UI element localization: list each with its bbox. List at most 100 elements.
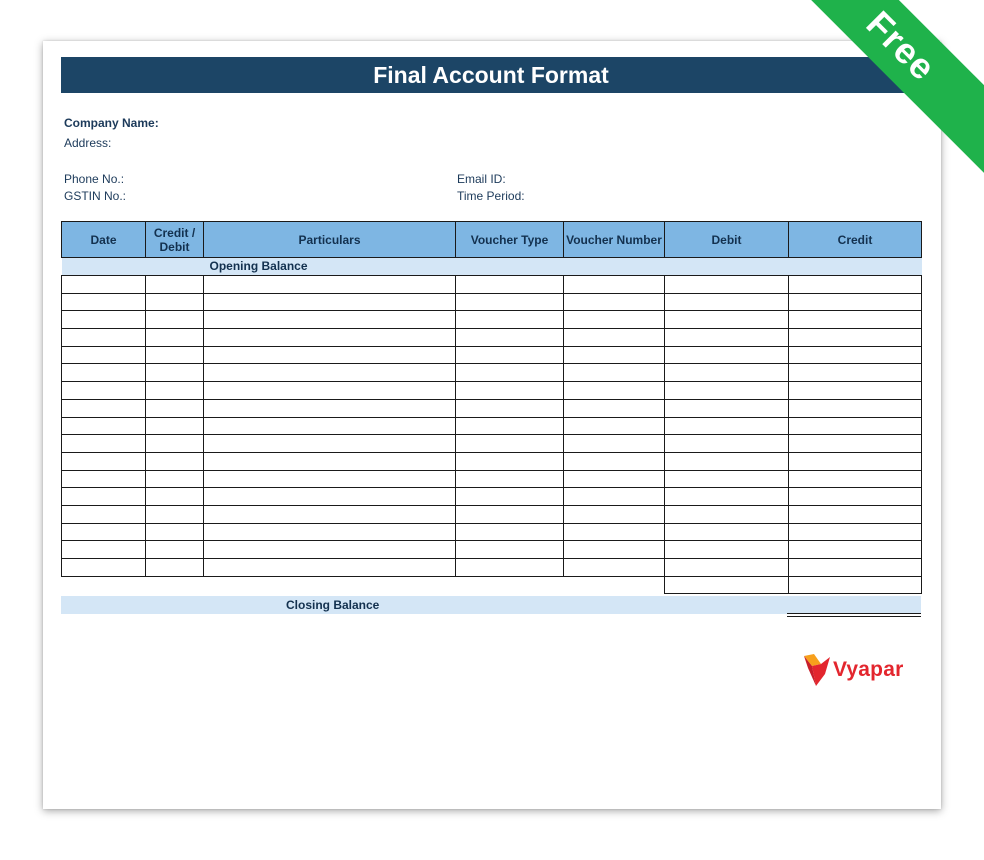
table-cell[interactable] — [563, 292, 665, 312]
table-cell[interactable] — [788, 292, 922, 312]
table-cell[interactable] — [145, 504, 204, 524]
table-cell[interactable] — [455, 328, 564, 347]
table-cell[interactable] — [788, 469, 922, 489]
table-cell[interactable] — [61, 416, 146, 436]
table-cell[interactable] — [203, 522, 456, 542]
table-cell[interactable] — [203, 416, 456, 436]
table-cell[interactable] — [563, 398, 665, 418]
table-cell[interactable] — [788, 381, 922, 400]
table-cell[interactable] — [788, 540, 922, 559]
table-cell[interactable] — [563, 363, 665, 383]
table-cell[interactable] — [61, 398, 146, 418]
table-cell[interactable] — [145, 310, 204, 330]
table-cell[interactable] — [788, 416, 922, 436]
table-cell[interactable] — [664, 345, 789, 365]
table-cell[interactable] — [203, 398, 456, 418]
table-cell[interactable] — [203, 434, 456, 453]
table-cell[interactable] — [563, 487, 665, 506]
table-cell[interactable] — [455, 292, 564, 312]
table-cell[interactable] — [455, 398, 564, 418]
table-cell[interactable] — [563, 540, 665, 559]
table-cell[interactable] — [203, 469, 456, 489]
table-cell[interactable] — [664, 575, 789, 595]
table-cell[interactable] — [203, 345, 456, 365]
table-cell[interactable] — [61, 558, 146, 577]
table-cell[interactable] — [788, 558, 922, 577]
table-cell[interactable] — [455, 451, 564, 471]
table-cell[interactable] — [664, 328, 789, 347]
table-cell[interactable] — [61, 451, 146, 471]
table-cell[interactable] — [563, 451, 665, 471]
table-cell[interactable] — [203, 487, 456, 506]
table-cell[interactable] — [563, 328, 665, 347]
table-cell[interactable] — [203, 381, 456, 400]
table-cell[interactable] — [664, 451, 789, 471]
table-cell[interactable] — [145, 487, 204, 506]
table-cell[interactable] — [61, 310, 146, 330]
table-cell[interactable] — [61, 328, 146, 347]
table-cell[interactable] — [664, 522, 789, 542]
table-cell[interactable] — [455, 310, 564, 330]
table-cell[interactable] — [61, 275, 146, 294]
table-cell[interactable] — [145, 434, 204, 453]
table-cell[interactable] — [563, 558, 665, 577]
table-cell[interactable] — [203, 292, 456, 312]
table-cell[interactable] — [145, 540, 204, 559]
table-cell[interactable] — [788, 345, 922, 365]
table-cell[interactable] — [563, 345, 665, 365]
table-cell[interactable] — [664, 558, 789, 577]
table-cell[interactable] — [455, 469, 564, 489]
table-cell[interactable] — [455, 416, 564, 436]
table-cell[interactable] — [61, 345, 146, 365]
table-cell[interactable] — [145, 451, 204, 471]
table-cell[interactable] — [563, 522, 665, 542]
table-cell[interactable] — [563, 434, 665, 453]
table-cell[interactable] — [203, 558, 456, 577]
table-cell[interactable] — [61, 381, 146, 400]
table-cell[interactable] — [203, 275, 456, 294]
table-cell[interactable] — [145, 398, 204, 418]
table-cell[interactable] — [664, 363, 789, 383]
table-cell[interactable] — [145, 275, 204, 294]
table-cell[interactable] — [788, 504, 922, 524]
table-cell[interactable] — [664, 310, 789, 330]
table-cell[interactable] — [563, 469, 665, 489]
table-cell[interactable] — [145, 345, 204, 365]
table-cell[interactable] — [145, 469, 204, 489]
table-cell[interactable] — [145, 292, 204, 312]
table-cell[interactable] — [563, 310, 665, 330]
table-cell[interactable] — [203, 363, 456, 383]
table-cell[interactable] — [455, 487, 564, 506]
table-cell[interactable] — [203, 328, 456, 347]
table-cell[interactable] — [664, 416, 789, 436]
table-cell[interactable] — [664, 398, 789, 418]
table-cell[interactable] — [664, 434, 789, 453]
table-cell[interactable] — [788, 522, 922, 542]
table-cell[interactable] — [664, 540, 789, 559]
table-cell[interactable] — [203, 310, 456, 330]
table-cell[interactable] — [61, 363, 146, 383]
table-cell[interactable] — [455, 363, 564, 383]
table-cell[interactable] — [61, 522, 146, 542]
table-cell[interactable] — [664, 487, 789, 506]
table-cell[interactable] — [145, 363, 204, 383]
table-cell[interactable] — [203, 451, 456, 471]
table-cell[interactable] — [664, 381, 789, 400]
table-cell[interactable] — [145, 381, 204, 400]
table-cell[interactable] — [145, 328, 204, 347]
table-cell[interactable] — [61, 434, 146, 453]
table-cell[interactable] — [455, 381, 564, 400]
table-cell[interactable] — [788, 451, 922, 471]
table-cell[interactable] — [455, 540, 564, 559]
table-cell[interactable] — [788, 398, 922, 418]
table-cell[interactable] — [145, 522, 204, 542]
table-cell[interactable] — [788, 363, 922, 383]
table-cell[interactable] — [664, 275, 789, 294]
table-cell[interactable] — [61, 469, 146, 489]
table-cell[interactable] — [203, 504, 456, 524]
table-cell[interactable] — [203, 540, 456, 559]
table-cell[interactable] — [563, 504, 665, 524]
table-cell[interactable] — [563, 381, 665, 400]
table-cell[interactable] — [563, 416, 665, 436]
table-cell[interactable] — [61, 540, 146, 559]
